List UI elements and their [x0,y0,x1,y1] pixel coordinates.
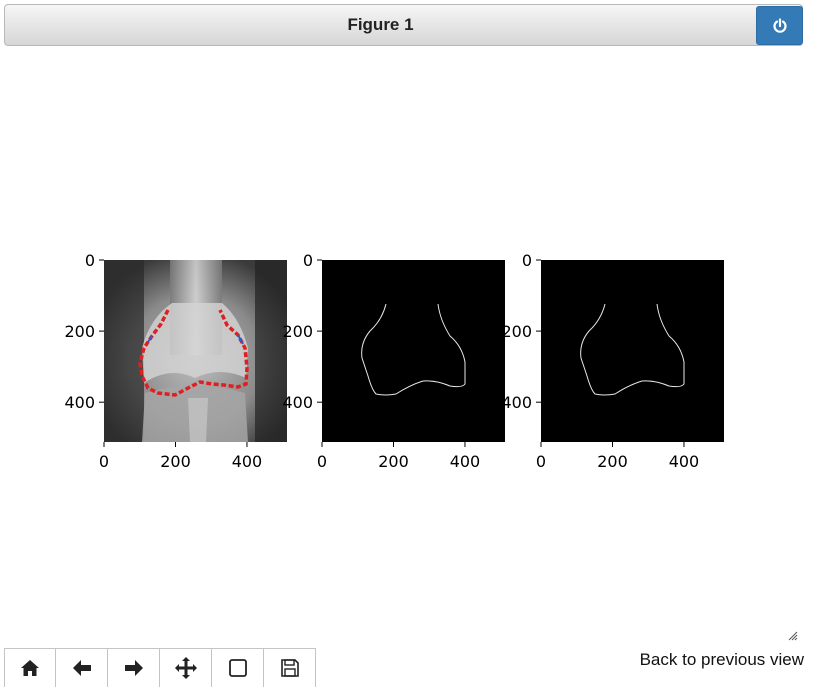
x-tick-label: 200 [160,452,191,471]
y-tick-label: 400 [64,393,95,412]
x-tick-label: 0 [99,452,109,471]
close-figure-button[interactable] [756,6,803,45]
y-tick-label: 400 [282,393,313,412]
zoom-rect-icon [228,659,247,677]
y-tick-label: 200 [501,322,532,341]
y-tick-label: 0 [85,251,95,270]
y-tick-label: 0 [522,251,532,270]
y-tick-label: 0 [303,251,313,270]
y-tick-label: 200 [64,322,95,341]
back-arrow-icon [72,660,91,676]
x-tick-label: 200 [597,452,628,471]
pan-button[interactable] [160,648,212,687]
forward-button[interactable] [108,648,160,687]
subplot-edges-2 [541,260,724,442]
y-tick-label: 200 [282,322,313,341]
navigation-toolbar [4,648,316,687]
resize-grip-icon[interactable] [788,631,798,641]
power-icon [772,17,787,33]
home-icon [21,660,39,676]
back-button[interactable] [56,648,108,687]
forward-arrow-icon [124,660,143,676]
y-tick-label: 400 [501,393,532,412]
subplot-xray [104,260,287,442]
x-tick-label: 400 [450,452,481,471]
figure-title: Figure 1 [347,15,414,34]
home-button[interactable] [4,648,56,687]
x-tick-label: 200 [378,452,409,471]
status-message: Back to previous view [639,650,804,669]
figure-canvas[interactable]: 0 200 400 0 200 400 0 200 400 0 200 400 0 200 400 0 200 4… [0,48,815,638]
x-tick-label: 400 [669,452,700,471]
save-button[interactable] [264,648,316,687]
subplot-edges-1 [322,260,505,442]
zoom-rect-button[interactable] [212,648,264,687]
x-tick-label: 400 [232,452,263,471]
pan-icon [174,657,197,679]
x-tick-label: 0 [536,452,546,471]
save-icon [280,659,299,677]
figure-titlebar: Figure 1 [4,4,803,46]
x-tick-label: 0 [317,452,327,471]
